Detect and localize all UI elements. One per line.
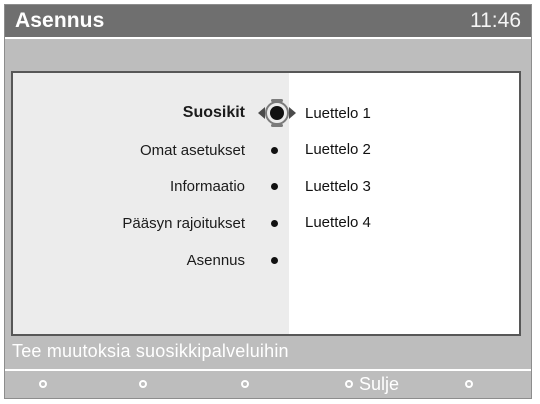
button-dot-icon xyxy=(39,380,47,388)
help-text: Tee muutoksia suosikkipalveluihin xyxy=(12,341,289,361)
soft-button-2[interactable] xyxy=(139,375,153,393)
dpad-center-icon xyxy=(270,106,284,120)
menu-item-suosikit[interactable]: Suosikit xyxy=(21,99,519,127)
soft-button-bar: Sulje xyxy=(5,369,531,397)
button-dot-icon xyxy=(465,380,473,388)
submenu-item-luettelo-4[interactable]: Luettelo 4 xyxy=(305,214,371,231)
submenu-item-luettelo-3[interactable]: Luettelo 3 xyxy=(305,178,371,195)
soft-button-5[interactable] xyxy=(465,375,479,393)
soft-button-3[interactable] xyxy=(241,375,255,393)
menu-item-label: Pääsyn rajoitukset xyxy=(122,214,245,232)
submenu-item-luettelo-1[interactable]: Luettelo 1 xyxy=(305,105,371,122)
menu-item-paasyn-rajoitukset[interactable]: Pääsyn rajoitukset xyxy=(21,209,519,237)
close-button[interactable]: Sulje xyxy=(345,373,400,394)
menu-title: Asennus xyxy=(15,9,105,32)
bullet-icon xyxy=(271,219,278,227)
dpad-left-icon xyxy=(258,107,265,119)
menu-frame: Asennus 11:46 Suosikit Omat asetukset In… xyxy=(4,4,532,399)
dpad-right-icon xyxy=(289,107,296,119)
bullet-icon xyxy=(271,146,278,154)
menu-item-label: Informaatio xyxy=(169,177,245,195)
button-dot-icon xyxy=(139,380,147,388)
dpad-down-icon xyxy=(271,124,283,127)
menu-item-label: Suosikit xyxy=(182,104,245,121)
menu-item-asennus[interactable]: Asennus xyxy=(21,246,519,274)
submenu-item-luettelo-2[interactable]: Luettelo 2 xyxy=(305,141,371,158)
menu-item-informaatio[interactable]: Informaatio xyxy=(21,172,519,200)
menu-item-omat-asetukset[interactable]: Omat asetukset xyxy=(21,136,519,164)
button-dot-icon xyxy=(345,380,353,388)
menu-header: Asennus 11:46 xyxy=(5,5,531,39)
button-bar-divider xyxy=(5,369,531,371)
button-dot-icon xyxy=(241,380,249,388)
bullet-icon xyxy=(271,256,278,264)
settings-panel: Suosikit Omat asetukset Informaatio Pääs… xyxy=(11,71,521,336)
clock: 11:46 xyxy=(470,9,521,32)
menu-item-label: Omat asetukset xyxy=(139,141,245,159)
tv-menu-screen: Asennus 11:46 Suosikit Omat asetukset In… xyxy=(0,0,540,404)
dpad-icon xyxy=(257,99,297,127)
soft-button-1[interactable] xyxy=(39,375,53,393)
menu-item-label: Asennus xyxy=(186,251,245,269)
bullet-icon xyxy=(271,182,278,190)
close-button-label: Sulje xyxy=(359,373,400,394)
